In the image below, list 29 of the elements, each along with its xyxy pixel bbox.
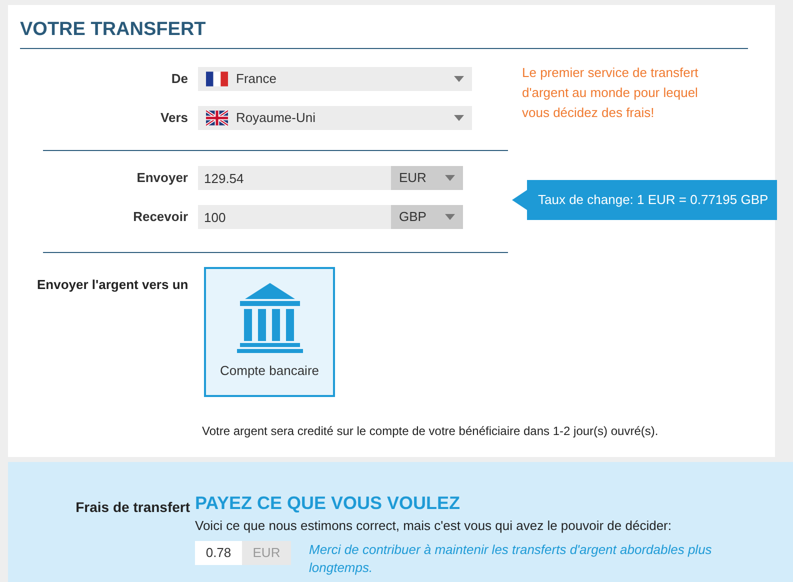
bank-icon [236,283,302,354]
promo-text: Le premier service de transfert d'argent au monde pour lequel vous décidez des frais! [522,64,700,122]
caret-icon [445,175,455,181]
amount-input[interactable]: 100 [198,205,391,229]
field-label: De [170,70,189,88]
fee-text: Voici ce que nous estimons correct, mais c'est vous qui avez le pouvoir de décider: [195,517,672,535]
fee-input[interactable]: 0.78 [195,540,242,564]
field-label: Envoyer [136,169,189,188]
currency-select[interactable]: GBP [391,205,463,229]
section-title: VOTRE TRANSFERT [20,18,748,49]
currency-label: EUR [242,540,291,564]
caret-icon [445,214,455,220]
field-label: Vers [160,109,189,128]
country-select[interactable]: Royaume-Uni [198,106,472,130]
flag-icon [206,71,228,87]
caret-icon [454,115,464,121]
flag-icon [206,110,228,126]
country-select[interactable]: France [198,67,472,91]
currency-select[interactable]: EUR [391,166,463,190]
field-label: Frais de transfert [74,498,191,517]
field-label: Envoyer l'argent vers un [36,276,190,294]
amount-input[interactable]: 129.54 [198,166,391,190]
fee-heading: PAYEZ CE QUE VOUS VOULEZ [195,492,462,514]
thanks-text: Merci de contribuer à maintenir les transferts d'argent abordables plus longtemps. [309,540,713,576]
payout-option[interactable]: Compte bancaire [204,267,335,397]
caret-icon [454,76,464,82]
tooltip-arrow-icon [512,190,527,210]
delivery-note: Votre argent sera credité sur le compte de votre bénéficiaire dans 1-2 jour(s) ouvré(s). [202,423,660,440]
field-label: Recevoir [132,208,189,226]
